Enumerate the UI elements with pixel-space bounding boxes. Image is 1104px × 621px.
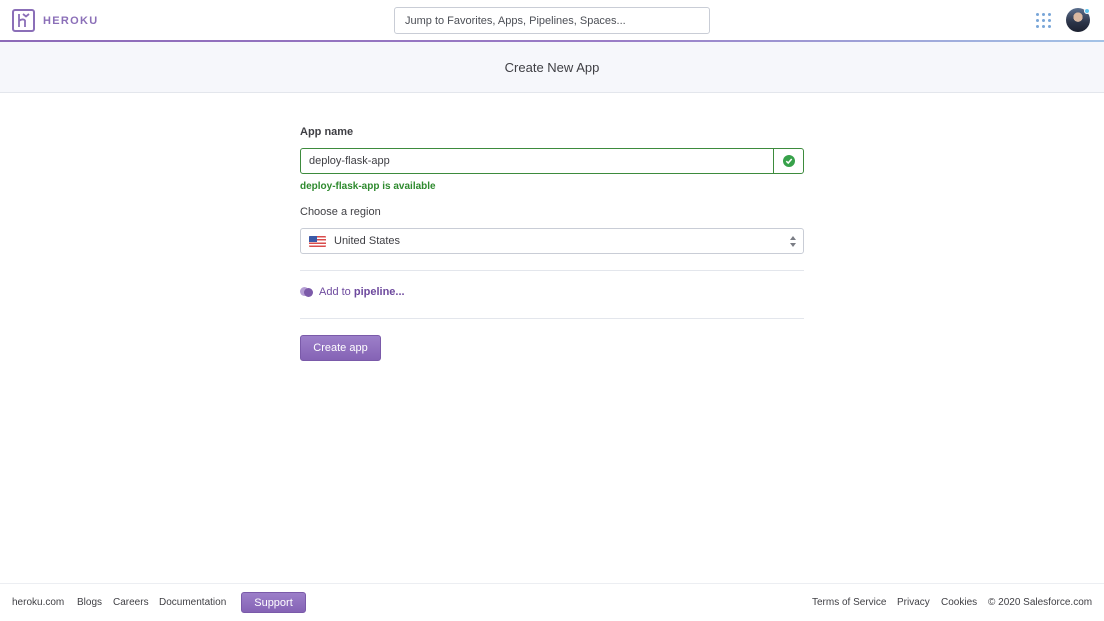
pipeline-icon (300, 286, 314, 298)
notification-dot-icon (1084, 8, 1090, 14)
region-label: Choose a region (300, 206, 381, 218)
heroku-logo-icon (12, 9, 35, 32)
app-name-label: App name (300, 126, 354, 138)
availability-message: deploy-flask-app is available (300, 181, 436, 192)
app-name-input[interactable] (300, 148, 774, 174)
page-title: Create New App (504, 60, 600, 75)
jump-to-search-input[interactable] (394, 7, 710, 34)
footer-link-careers[interactable]: Careers (113, 597, 149, 608)
footer-link-privacy[interactable]: Privacy (897, 597, 930, 608)
region-select[interactable]: United States (300, 228, 804, 254)
check-circle-icon (782, 155, 795, 167)
form-divider (300, 270, 804, 271)
apps-grid-icon[interactable] (1036, 13, 1051, 28)
add-to-pipeline-link[interactable]: Add to pipeline... (300, 286, 405, 298)
footer-link-blogs[interactable]: Blogs (77, 597, 102, 608)
create-app-button[interactable]: Create app (300, 335, 381, 361)
support-button[interactable]: Support (241, 592, 306, 613)
app-name-valid-indicator (773, 148, 804, 174)
footer-link-cookies[interactable]: Cookies (941, 597, 977, 608)
select-caret-icon (790, 236, 796, 247)
us-flag-icon (309, 235, 326, 247)
footer-link-documentation[interactable]: Documentation (159, 597, 226, 608)
region-selected-value: United States (334, 235, 401, 247)
brand-name: HEROKU (43, 14, 99, 27)
add-to-pipeline-text: Add to pipeline... (319, 286, 405, 298)
heroku-brand[interactable]: HEROKU (12, 8, 98, 33)
footer-link-terms[interactable]: Terms of Service (812, 597, 886, 608)
form-divider (300, 318, 804, 319)
copyright-text: © 2020 Salesforce.com (988, 597, 1093, 608)
footer-link-heroku[interactable]: heroku.com (12, 597, 64, 608)
top-navigation-bar: HEROKU (0, 0, 1104, 41)
